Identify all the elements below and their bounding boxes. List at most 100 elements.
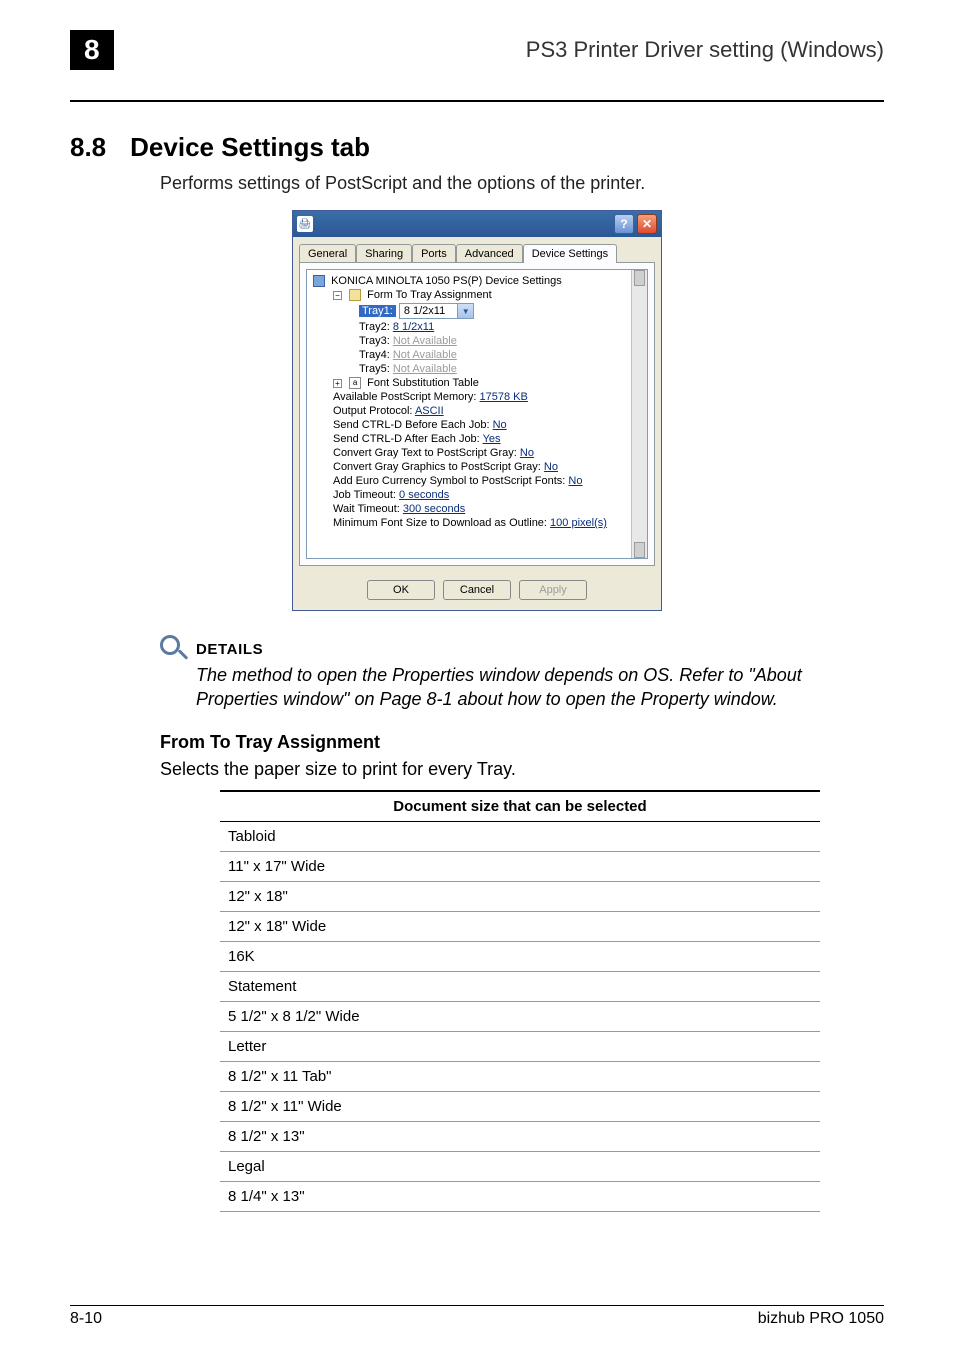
form-to-tray-node[interactable]: − Form To Tray Assignment <box>311 288 647 302</box>
ctrld-after-value[interactable]: Yes <box>483 433 501 445</box>
tab-pane: KONICA MINOLTA 1050 PS(P) Device Setting… <box>299 262 655 566</box>
gray-gfx-label: Convert Gray Graphics to PostScript Gray… <box>333 461 544 473</box>
folder-icon <box>349 289 361 301</box>
min-font-value[interactable]: 100 pixel(s) <box>550 517 607 529</box>
cancel-button[interactable]: Cancel <box>443 580 511 600</box>
tray5-label: Tray5: <box>359 363 393 375</box>
out-proto-value[interactable]: ASCII <box>415 405 444 417</box>
section-intro: Performs settings of PostScript and the … <box>160 173 884 194</box>
chevron-down-icon[interactable]: ▼ <box>457 304 473 318</box>
page-footer: 8-10 bizhub PRO 1050 <box>70 1305 884 1328</box>
tray2-value[interactable]: 8 1/2x11 <box>393 321 434 333</box>
tray1-row[interactable]: Tray1: 8 1/2x11 ▼ <box>311 302 647 320</box>
titlebar: 🖨 ? ✕ <box>293 211 661 237</box>
job-timeout-label: Job Timeout: <box>333 489 399 501</box>
help-button[interactable]: ? <box>614 214 634 234</box>
tray1-combo[interactable]: 8 1/2x11 ▼ <box>399 303 474 319</box>
paper-size-table: Document size that can be selected Tablo… <box>220 790 820 1212</box>
chapter-title: PS3 Printer Driver setting (Windows) <box>134 37 884 63</box>
ps-mem-label: Available PostScript Memory: <box>333 391 480 403</box>
font-icon: a <box>349 377 361 389</box>
wait-timeout-value[interactable]: 300 seconds <box>403 503 465 515</box>
tab-sharing[interactable]: Sharing <box>356 244 412 263</box>
table-header: Document size that can be selected <box>220 791 820 822</box>
properties-dialog: 🖨 ? ✕ General Sharing Ports Advanced Dev… <box>292 210 662 611</box>
table-row: 8 1/2" x 11 Tab" <box>220 1061 820 1091</box>
euro-label: Add Euro Currency Symbol to PostScript F… <box>333 475 568 487</box>
paper-size-cell: Legal <box>220 1151 820 1181</box>
wait-timeout-label: Wait Timeout: <box>333 503 403 515</box>
tree-scrollbar[interactable] <box>631 270 647 558</box>
apply-button: Apply <box>519 580 587 600</box>
table-row: Tabloid <box>220 821 820 851</box>
ctrld-before-value[interactable]: No <box>493 419 507 431</box>
tray3-row[interactable]: Tray3: Not Available <box>311 334 647 348</box>
euro-row[interactable]: Add Euro Currency Symbol to PostScript F… <box>311 474 647 488</box>
tab-device-settings[interactable]: Device Settings <box>523 244 617 263</box>
ok-button[interactable]: OK <box>367 580 435 600</box>
from-to-tray-heading: From To Tray Assignment <box>160 732 884 753</box>
min-font-label: Minimum Font Size to Download as Outline… <box>333 517 550 529</box>
tray5-row[interactable]: Tray5: Not Available <box>311 362 647 376</box>
footer-page-number: 8-10 <box>70 1310 102 1328</box>
details-heading: DETAILS <box>160 635 884 663</box>
expand-icon[interactable]: + <box>333 379 342 388</box>
tray1-value: 8 1/2x11 <box>404 305 445 317</box>
magnifier-icon <box>160 635 188 663</box>
table-row: 12" x 18" Wide <box>220 911 820 941</box>
tray3-label: Tray3: <box>359 335 393 347</box>
from-to-tray-desc: Selects the paper size to print for ever… <box>160 759 884 780</box>
gray-text-value[interactable]: No <box>520 447 534 459</box>
tray5-value[interactable]: Not Available <box>393 363 457 375</box>
min-font-row[interactable]: Minimum Font Size to Download as Outline… <box>311 516 647 530</box>
ctrld-after-row[interactable]: Send CTRL-D After Each Job: Yes <box>311 432 647 446</box>
tab-strip: General Sharing Ports Advanced Device Se… <box>293 237 661 262</box>
printer-titlebar-icon: 🖨 <box>297 216 313 232</box>
euro-value[interactable]: No <box>568 475 582 487</box>
gray-gfx-row[interactable]: Convert Gray Graphics to PostScript Gray… <box>311 460 647 474</box>
job-timeout-value[interactable]: 0 seconds <box>399 489 449 501</box>
table-row: Statement <box>220 971 820 1001</box>
dialog-screenshot: 🖨 ? ✕ General Sharing Ports Advanced Dev… <box>70 210 884 611</box>
paper-size-cell: 12" x 18" <box>220 881 820 911</box>
tray1-label: Tray1: <box>359 305 396 317</box>
footer-rule <box>70 1305 884 1306</box>
close-button[interactable]: ✕ <box>637 214 657 234</box>
table-row: 11" x 17" Wide <box>220 851 820 881</box>
paper-size-cell: 5 1/2" x 8 1/2" Wide <box>220 1001 820 1031</box>
printer-icon <box>313 275 325 287</box>
tray4-value[interactable]: Not Available <box>393 349 457 361</box>
ps-mem-row[interactable]: Available PostScript Memory: 17578 KB <box>311 390 647 404</box>
tree-root: KONICA MINOLTA 1050 PS(P) Device Setting… <box>311 274 647 288</box>
table-row: 16K <box>220 941 820 971</box>
wait-timeout-row[interactable]: Wait Timeout: 300 seconds <box>311 502 647 516</box>
page-header: 8 PS3 Printer Driver setting (Windows) <box>70 30 884 70</box>
paper-size-tbody: Tabloid11" x 17" Wide12" x 18"12" x 18" … <box>220 821 820 1211</box>
gray-gfx-value[interactable]: No <box>544 461 558 473</box>
header-rule <box>70 100 884 102</box>
form-to-tray-label: Form To Tray Assignment <box>367 289 492 301</box>
tray4-row[interactable]: Tray4: Not Available <box>311 348 647 362</box>
settings-tree[interactable]: KONICA MINOLTA 1050 PS(P) Device Setting… <box>306 269 648 559</box>
font-sub-node[interactable]: + a Font Substitution Table <box>311 376 647 390</box>
ctrld-before-row[interactable]: Send CTRL-D Before Each Job: No <box>311 418 647 432</box>
out-proto-row[interactable]: Output Protocol: ASCII <box>311 404 647 418</box>
font-sub-label: Font Substitution Table <box>367 377 479 389</box>
tray2-label: Tray2: <box>359 321 393 333</box>
gray-text-row[interactable]: Convert Gray Text to PostScript Gray: No <box>311 446 647 460</box>
table-row: 12" x 18" <box>220 881 820 911</box>
tab-advanced[interactable]: Advanced <box>456 244 523 263</box>
tray3-value[interactable]: Not Available <box>393 335 457 347</box>
job-timeout-row[interactable]: Job Timeout: 0 seconds <box>311 488 647 502</box>
tab-general[interactable]: General <box>299 244 356 263</box>
table-row: 8 1/2" x 11" Wide <box>220 1091 820 1121</box>
tray2-row[interactable]: Tray2: 8 1/2x11 <box>311 320 647 334</box>
tab-ports[interactable]: Ports <box>412 244 456 263</box>
ps-mem-value[interactable]: 17578 KB <box>480 391 528 403</box>
ctrld-after-label: Send CTRL-D After Each Job: <box>333 433 483 445</box>
collapse-icon[interactable]: − <box>333 291 342 300</box>
table-row: 8 1/4" x 13" <box>220 1181 820 1211</box>
table-row: 5 1/2" x 8 1/2" Wide <box>220 1001 820 1031</box>
paper-size-cell: 11" x 17" Wide <box>220 851 820 881</box>
paper-size-cell: Statement <box>220 971 820 1001</box>
